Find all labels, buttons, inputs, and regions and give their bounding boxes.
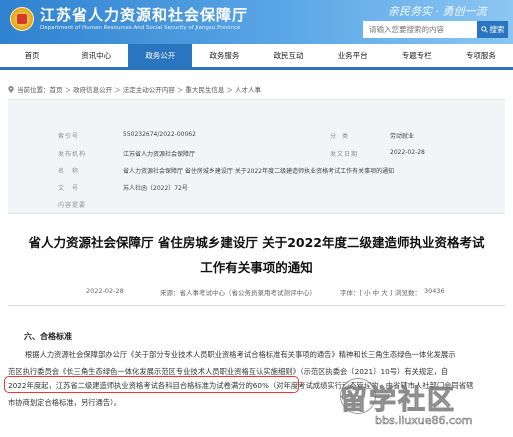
main-nav: 首页 资讯中心 政务公开 政务服务 政民互动 业务平台 专题专栏 专项服务 [0, 44, 513, 70]
nav-item-interaction[interactable]: 政民互动 [257, 44, 321, 67]
info-row: 内容提要 [8, 200, 505, 213]
nav-item-special-services[interactable]: 专项服务 [449, 44, 513, 67]
info-label: 名称 [58, 168, 87, 175]
body-line: 根据人力资源社会保障部办公厅《关于部分专业技术人员职业资格考试合格标准有关事项的… [25, 350, 456, 359]
nav-item-services[interactable]: 政务服务 [192, 44, 256, 67]
watermark-url: bbs.liuxue86.com [375, 414, 473, 428]
search-button[interactable]: 搜索 [477, 21, 508, 38]
nav-item-business-platform[interactable]: 业务平台 [321, 44, 385, 67]
info-value: 2022-02-28 [390, 149, 425, 156]
location-pin-icon [8, 85, 14, 93]
body-line: 市协商划定合格标准，另行通告）。 [8, 398, 122, 407]
national-emblem-icon [10, 7, 34, 31]
breadcrumb-text[interactable]: 当前位置：首页 ＞ 政府信息公开 ＞ 法定主动公开内容 ＞ 重大民生信息 ＞ 人… [17, 84, 261, 94]
highlight-box [4, 376, 299, 393]
watermark-text: 留学社区 [340, 385, 456, 417]
info-value: 劳动就业 [390, 133, 415, 140]
site-header: 江苏省人力资源和社会保障厅 Department of Human Resour… [0, 0, 513, 44]
info-row: 文号 苏人社函〔2022〕72号 [8, 183, 505, 196]
info-label: 分类 [330, 133, 355, 140]
info-row: 发布机构 江苏省人力资源社会保障厅 发文日期 2022-02-28 [8, 149, 505, 162]
info-value: 江苏省人力资源社会保障厅 [123, 151, 196, 158]
section-heading: 六、合格标准 [24, 332, 72, 341]
search-input[interactable] [363, 21, 477, 38]
publish-date: 2022-02-28 [86, 287, 124, 295]
info-label: 文号 [58, 185, 87, 192]
nav-item-government-affairs[interactable]: 政务公开 [128, 44, 193, 67]
document-title-line-2: 工作有关事项的通知 [200, 260, 313, 275]
info-value: 苏人社函〔2022〕72号 [123, 185, 188, 192]
site-subtitle: Department of Human Resources And Social… [40, 25, 241, 31]
search-icon [480, 26, 488, 33]
document-meta: 2022-02-28 来源：省人事考试中心（省公务员录用考试测评中心） 字体：[… [0, 287, 513, 299]
views-label: 浏览数： [395, 289, 421, 297]
info-value: 550232674/2022-00062 [123, 131, 196, 138]
document-source: 来源：省人事考试中心（省公务员录用考试测评中心） [160, 289, 316, 297]
info-label: 索引号 [58, 133, 80, 140]
info-value: 省人力资源社会保障厅 省住房城乡建设厅 关于2022年度二级建造师执业资格考试工… [123, 168, 395, 175]
nav-item-news[interactable]: 资讯中心 [64, 44, 128, 67]
font-size-switcher[interactable]: 字体：[ 小 中 大 ] [340, 287, 392, 297]
info-label: 发文日期 [330, 151, 359, 158]
search-button-label: 搜索 [489, 25, 505, 34]
breadcrumb: 当前位置：首页 ＞ 政府信息公开 ＞ 法定主动公开内容 ＞ 重大民生信息 ＞ 人… [8, 84, 261, 94]
slogan: 亲民务实 · 勇创一流 [388, 5, 487, 18]
site-title[interactable]: 江苏省人力资源和社会保障厅 [40, 4, 248, 25]
info-row: 名称 省人力资源社会保障厅 省住房城乡建设厅 关于2022年度二级建造师执业资格… [8, 166, 505, 179]
info-row: 索引号 550232674/2022-00062 分类 劳动就业 [8, 131, 505, 144]
divider [8, 305, 505, 306]
document-title-line-1: 省人力资源社会保障厅 省住房城乡建设厅 关于2022年度二级建造师执业资格考试 [28, 235, 485, 250]
info-label: 发布机构 [58, 151, 87, 158]
nav-item-home[interactable]: 首页 [0, 44, 64, 67]
nav-item-special-topics[interactable]: 专题专栏 [385, 44, 449, 67]
document-info-table: 索引号 550232674/2022-00062 分类 劳动就业 发布机构 江苏… [8, 99, 505, 214]
views-count: 30436 [424, 287, 445, 295]
info-label: 内容提要 [58, 202, 87, 209]
